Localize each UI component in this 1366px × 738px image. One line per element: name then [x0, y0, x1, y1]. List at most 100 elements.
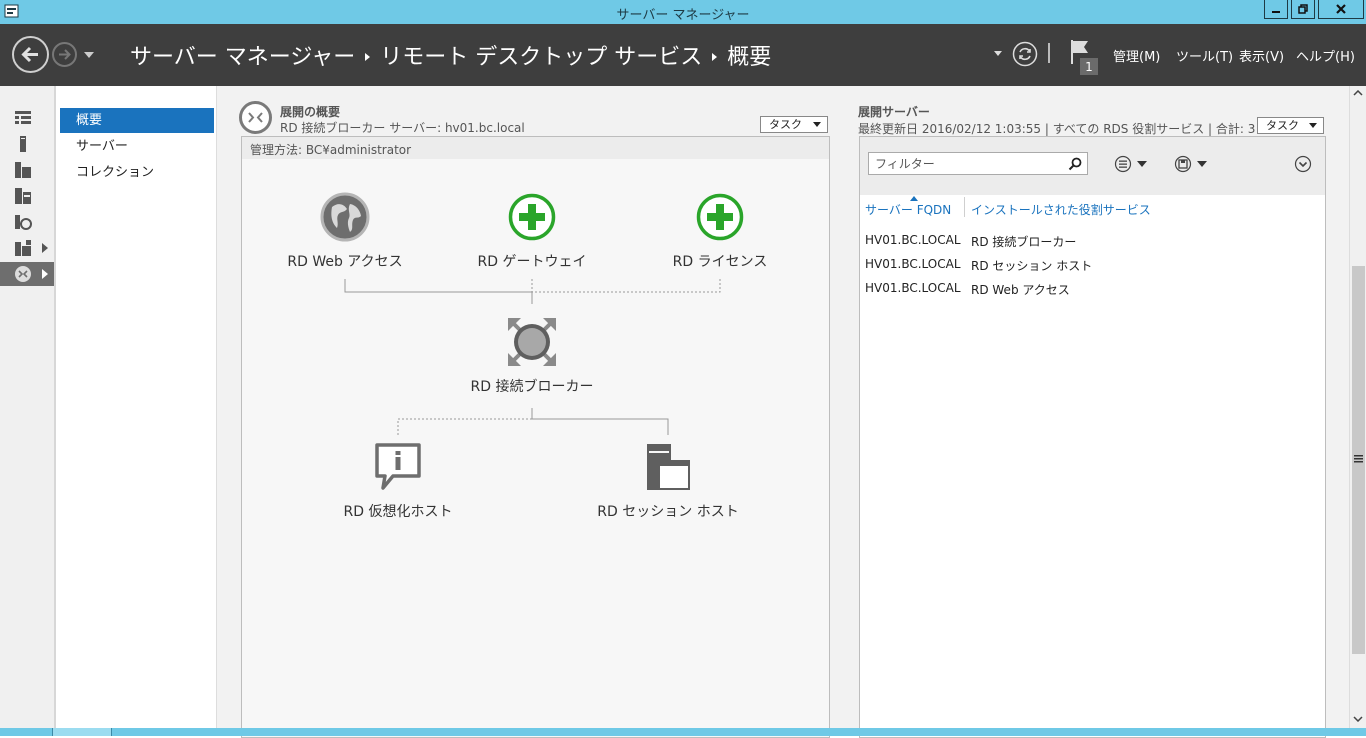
menu-manage[interactable]: 管理(M)	[1113, 46, 1160, 65]
header-bar: サーバー マネージャー リモート デスクトップ サービス 概要 1 管理(M) ツー…	[0, 24, 1366, 86]
arrow-right-icon	[59, 49, 71, 60]
column-header-fqdn[interactable]: サーバー FQDN	[865, 201, 951, 218]
minimize-icon	[1272, 11, 1280, 13]
rds-icon	[239, 101, 272, 134]
filter-input[interactable]	[868, 152, 1088, 175]
notifications-button[interactable]: 1	[1068, 38, 1102, 76]
scroll-down-icon[interactable]	[1353, 716, 1363, 722]
window-title: サーバー マネージャー	[616, 8, 750, 23]
role-rd-gateway[interactable]: RD ゲートウェイ	[462, 192, 602, 271]
role-rd-connection-broker[interactable]: RD 接続ブローカー	[452, 317, 612, 396]
forward-button[interactable]	[52, 42, 77, 67]
save-query-button[interactable]	[1174, 155, 1214, 173]
table-cell-fqdn[interactable]: HV01.BC.LOCAL	[865, 233, 961, 247]
role-rd-virtualization-host[interactable]: RD 仮想化ホスト	[328, 442, 468, 521]
title-bar: サーバー マネージャー	[0, 0, 1366, 24]
column-header-roles[interactable]: インストールされた役割サービス	[971, 201, 1151, 218]
taskbar-app-button[interactable]	[52, 728, 112, 736]
rail-local-server[interactable]	[0, 132, 54, 156]
info-bubble-icon	[375, 443, 421, 490]
save-icon	[1174, 155, 1207, 173]
rail-remote-desktop-services[interactable]	[0, 262, 54, 286]
nav-item-overview[interactable]: 概要	[60, 108, 214, 133]
servers-task-button[interactable]: タスク	[1257, 117, 1324, 134]
nav-item-collections[interactable]: コレクション	[60, 160, 214, 185]
role-label-licensing: RD ライセンス	[672, 254, 768, 270]
expand-arrow-icon[interactable]	[42, 269, 48, 279]
taskbar	[0, 728, 1366, 736]
role-rd-licensing[interactable]: RD ライセンス	[650, 192, 790, 271]
grip-icon	[1354, 455, 1363, 463]
list-options-icon	[1114, 155, 1147, 173]
role-label-gateway: RD ゲートウェイ	[477, 254, 587, 270]
menu-tools[interactable]: ツール(T)	[1176, 46, 1233, 65]
rail-file-storage[interactable]	[0, 184, 54, 208]
add-icon	[508, 193, 556, 241]
rail-dashboard[interactable]	[0, 106, 54, 130]
filter-bar	[860, 137, 1325, 195]
breadcrumb-rds[interactable]: リモート デスクトップ サービス	[380, 45, 702, 70]
table-cell-role[interactable]: RD 接続ブローカー	[971, 233, 1076, 250]
rds-group-icon	[15, 240, 31, 256]
history-dropdown-icon[interactable]	[84, 51, 94, 59]
breadcrumb-separator-icon	[365, 53, 371, 61]
overview-subtitle: RD 接続ブローカー サーバー: hv01.bc.local	[280, 121, 525, 135]
servers-title: 展開サーバー	[858, 105, 930, 119]
menu-help[interactable]: ヘルプ(H)	[1296, 46, 1355, 65]
dashboard-icon	[15, 111, 31, 124]
scroll-thumb[interactable]	[1352, 266, 1365, 654]
header-divider	[1048, 43, 1050, 63]
column-divider	[964, 197, 965, 217]
table-cell-fqdn[interactable]: HV01.BC.LOCAL	[865, 257, 961, 271]
breadcrumb-server-manager[interactable]: サーバー マネージャー	[130, 45, 355, 70]
role-label-web: RD Web アクセス	[287, 254, 403, 270]
overview-title: 展開の概要	[280, 105, 341, 119]
main-content: 展開の概要 RD 接続ブローカー サーバー: hv01.bc.local タスク…	[217, 86, 1349, 738]
add-icon	[696, 193, 744, 241]
globe-icon	[320, 192, 370, 242]
role-label-session: RD セッション ホスト	[597, 504, 739, 520]
table-cell-role[interactable]: RD セッション ホスト	[971, 257, 1092, 274]
view-options-button[interactable]	[1114, 155, 1154, 173]
search-icon[interactable]	[1068, 157, 1082, 171]
minimize-button[interactable]	[1264, 0, 1288, 19]
role-rd-web-access[interactable]: RD Web アクセス	[275, 192, 415, 271]
task-label: タスク	[1266, 119, 1299, 132]
deployment-overview-panel: 管理方法: BC¥administrator RD Web アクセス RD ゲー…	[241, 136, 830, 738]
table-cell-fqdn[interactable]: HV01.BC.LOCAL	[865, 281, 961, 295]
local-server-icon	[20, 136, 26, 152]
dropdown-caret-icon	[1309, 123, 1317, 128]
back-button[interactable]	[12, 36, 49, 73]
scroll-up-icon[interactable]	[1353, 90, 1363, 96]
rail-rds-group[interactable]	[0, 236, 54, 260]
all-servers-icon	[15, 162, 31, 178]
role-label-broker: RD 接続ブローカー	[470, 379, 594, 395]
task-label: タスク	[769, 118, 802, 131]
overview-task-button[interactable]: タスク	[760, 116, 828, 133]
deployment-servers-panel: サーバー FQDN インストールされた役割サービス HV01.BC.LOCAL …	[859, 136, 1326, 738]
vertical-scrollbar[interactable]	[1349, 86, 1366, 728]
close-button[interactable]	[1318, 0, 1364, 19]
notification-count: 1	[1085, 60, 1093, 74]
dropdown-caret-icon	[813, 122, 821, 127]
restore-button[interactable]	[1291, 0, 1315, 19]
rail-all-servers[interactable]	[0, 158, 54, 182]
refresh-icon[interactable]	[1012, 41, 1038, 67]
role-rd-session-host[interactable]: RD セッション ホスト	[593, 442, 743, 521]
close-icon	[1336, 4, 1346, 14]
role-label-virtualization: RD 仮想化ホスト	[343, 504, 453, 520]
servers-subtitle: 最終更新日 2016/02/12 1:03:55 | すべての RDS 役割サー…	[858, 122, 1256, 136]
expand-tile-button[interactable]	[1294, 155, 1312, 173]
table-cell-role[interactable]: RD Web アクセス	[971, 281, 1070, 298]
rail-iis[interactable]	[0, 210, 54, 234]
nav-panel: 概要 サーバー コレクション	[56, 86, 217, 728]
iis-icon	[15, 215, 32, 230]
restore-icon	[1298, 4, 1308, 14]
nav-item-servers[interactable]: サーバー	[60, 134, 214, 159]
expand-arrow-icon[interactable]	[42, 243, 48, 253]
connection-broker-icon	[508, 318, 556, 366]
menu-view[interactable]: 表示(V)	[1239, 46, 1284, 65]
refresh-dropdown-icon[interactable]	[994, 51, 1002, 57]
breadcrumb: サーバー マネージャー リモート デスクトップ サービス 概要	[130, 39, 771, 71]
arrow-left-icon	[21, 46, 38, 63]
